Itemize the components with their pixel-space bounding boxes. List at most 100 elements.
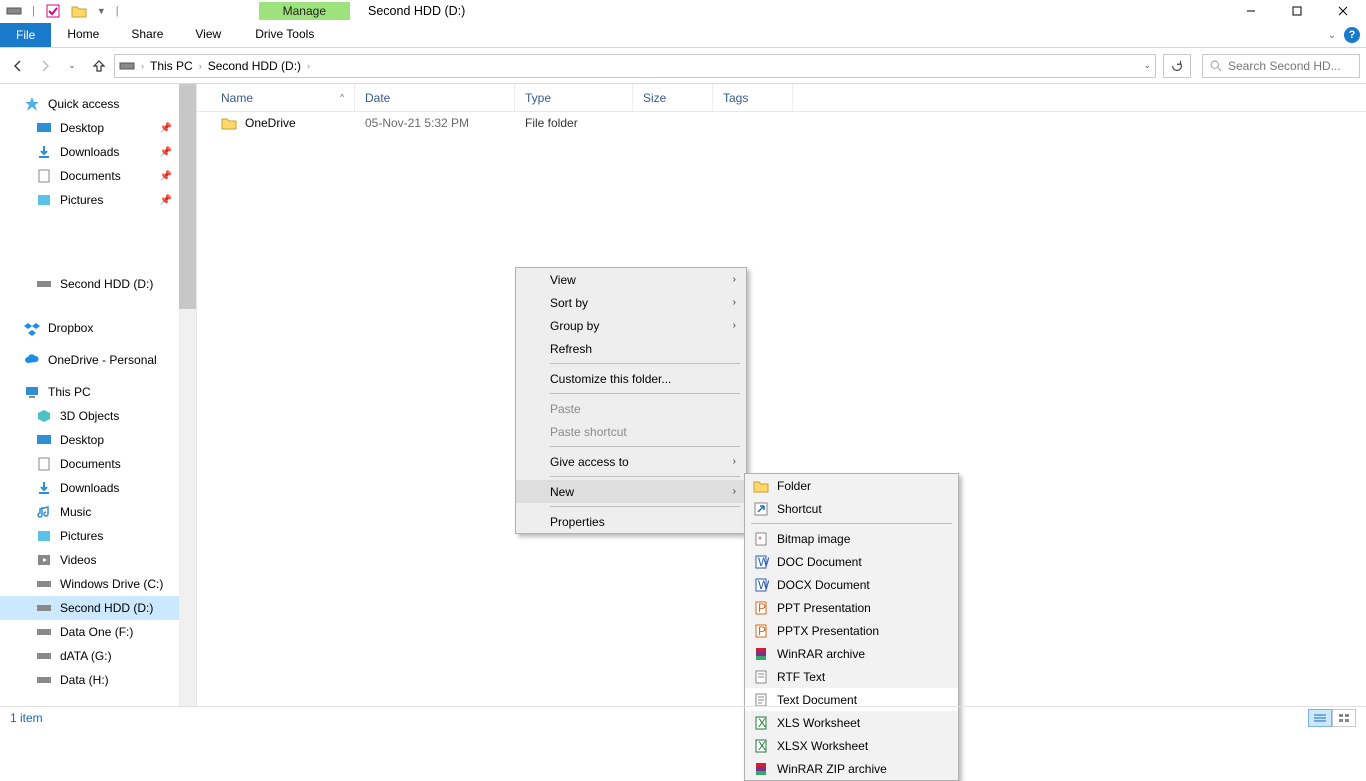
sidebar-drive-g[interactable]: dATA (G:) bbox=[0, 644, 180, 668]
search-box[interactable]: Search Second HD... bbox=[1202, 54, 1360, 78]
new-docx[interactable]: WDOCX Document bbox=[745, 573, 958, 596]
maximize-button[interactable] bbox=[1274, 0, 1320, 23]
close-button[interactable] bbox=[1320, 0, 1366, 23]
sidebar-scroll-thumb[interactable] bbox=[179, 84, 196, 309]
new-pptx[interactable]: PPPTX Presentation bbox=[745, 619, 958, 642]
cloud-icon bbox=[24, 352, 40, 368]
menu-give-access[interactable]: Give access to› bbox=[516, 450, 746, 473]
menu-properties[interactable]: Properties bbox=[516, 510, 746, 533]
music-icon bbox=[36, 504, 52, 520]
label: Quick access bbox=[48, 97, 119, 111]
sidebar-onedrive[interactable]: OneDrive - Personal bbox=[0, 348, 180, 372]
qat-dropdown-icon[interactable]: ▼ bbox=[97, 6, 106, 16]
menu-customize[interactable]: Customize this folder... bbox=[516, 367, 746, 390]
tab-view[interactable]: View bbox=[179, 23, 237, 47]
window-controls bbox=[1228, 0, 1366, 23]
sidebar-quick-access[interactable]: Quick access bbox=[0, 92, 180, 116]
sidebar-pc-downloads[interactable]: Downloads bbox=[0, 476, 180, 500]
sidebar-downloads[interactable]: Downloads📌 bbox=[0, 140, 180, 164]
pin-icon: 📌 bbox=[160, 147, 172, 158]
cube-icon bbox=[36, 408, 52, 424]
up-button[interactable] bbox=[87, 54, 111, 78]
column-name[interactable]: Name^ bbox=[197, 84, 355, 111]
refresh-button[interactable] bbox=[1163, 54, 1191, 78]
new-ppt[interactable]: PPPT Presentation bbox=[745, 596, 958, 619]
folder-icon bbox=[221, 115, 237, 131]
menu-paste-shortcut: Paste shortcut bbox=[516, 420, 746, 443]
chevron-right-icon[interactable]: › bbox=[141, 61, 144, 71]
menu-new[interactable]: New› bbox=[516, 480, 746, 503]
chevron-right-icon[interactable]: › bbox=[199, 61, 202, 71]
address-bar[interactable]: › This PC › Second HDD (D:) › ⌄ bbox=[114, 54, 1156, 78]
sidebar-drive-d[interactable]: Second HDD (D:) bbox=[0, 596, 180, 620]
new-winrar-zip[interactable]: WinRAR ZIP archive bbox=[745, 757, 958, 780]
label: Music bbox=[60, 505, 91, 519]
drive-icon bbox=[36, 276, 52, 292]
column-tags[interactable]: Tags bbox=[713, 84, 793, 111]
label: Second HDD (D:) bbox=[60, 277, 153, 291]
column-date[interactable]: Date bbox=[355, 84, 515, 111]
new-winrar[interactable]: WinRAR archive bbox=[745, 642, 958, 665]
tab-file[interactable]: File bbox=[0, 23, 51, 47]
window-title: Second HDD (D:) bbox=[368, 4, 465, 18]
help-icon[interactable]: ? bbox=[1344, 27, 1360, 43]
sidebar-pc-videos[interactable]: Videos bbox=[0, 548, 180, 572]
manage-contextual-tab[interactable]: Manage bbox=[259, 2, 350, 20]
properties-icon[interactable] bbox=[45, 3, 61, 19]
sidebar-dropbox[interactable]: Dropbox bbox=[0, 316, 180, 340]
ribbon-expand-icon[interactable]: ⌄ bbox=[1328, 30, 1336, 41]
minimize-button[interactable] bbox=[1228, 0, 1274, 23]
label: Videos bbox=[60, 553, 96, 567]
column-size[interactable]: Size bbox=[633, 84, 713, 111]
menu-group-by[interactable]: Group by› bbox=[516, 314, 746, 337]
chevron-right-icon[interactable]: › bbox=[307, 61, 310, 71]
sidebar-drive-c[interactable]: Windows Drive (C:) bbox=[0, 572, 180, 596]
sidebar-pc-documents[interactable]: Documents bbox=[0, 452, 180, 476]
sidebar-pc-music[interactable]: Music bbox=[0, 500, 180, 524]
doc-file-icon: W bbox=[753, 554, 769, 570]
new-xlsx[interactable]: XXLSX Worksheet bbox=[745, 734, 958, 757]
label: Downloads bbox=[60, 481, 119, 495]
label: Windows Drive (C:) bbox=[60, 577, 163, 591]
new-shortcut[interactable]: Shortcut bbox=[745, 497, 958, 520]
tab-drive-tools[interactable]: Drive Tools bbox=[239, 23, 330, 47]
new-bitmap[interactable]: Bitmap image bbox=[745, 527, 958, 550]
sidebar-desktop[interactable]: Desktop📌 bbox=[0, 116, 180, 140]
new-rtf[interactable]: RTF Text bbox=[745, 665, 958, 688]
sidebar-pictures[interactable]: Pictures📌 bbox=[0, 188, 180, 212]
address-dropdown-icon[interactable]: ⌄ bbox=[1143, 60, 1151, 71]
breadcrumb-current[interactable]: Second HDD (D:) bbox=[208, 59, 301, 73]
menu-view[interactable]: View› bbox=[516, 268, 746, 291]
recent-locations-button[interactable]: ⌄ bbox=[60, 54, 84, 78]
tab-home[interactable]: Home bbox=[51, 23, 115, 47]
menu-sort-by[interactable]: Sort by› bbox=[516, 291, 746, 314]
column-type[interactable]: Type bbox=[515, 84, 633, 111]
sidebar-drive-h[interactable]: Data (H:) bbox=[0, 668, 180, 692]
menu-refresh[interactable]: Refresh bbox=[516, 337, 746, 360]
separator-icon: | bbox=[116, 5, 119, 17]
forward-button[interactable] bbox=[33, 54, 57, 78]
picture-icon bbox=[36, 528, 52, 544]
breadcrumb-this-pc[interactable]: This PC bbox=[150, 59, 193, 73]
sidebar-second-hdd[interactable]: Second HDD (D:) bbox=[0, 272, 180, 296]
file-row[interactable]: OneDrive 05-Nov-21 5:32 PM File folder bbox=[197, 112, 1366, 134]
sidebar-this-pc[interactable]: This PC bbox=[0, 380, 180, 404]
back-button[interactable] bbox=[6, 54, 30, 78]
picture-icon bbox=[36, 192, 52, 208]
sidebar-pc-desktop[interactable]: Desktop bbox=[0, 428, 180, 452]
tab-share[interactable]: Share bbox=[115, 23, 179, 47]
pin-icon: 📌 bbox=[160, 195, 172, 206]
icons-view-button[interactable] bbox=[1332, 709, 1356, 727]
folder-icon[interactable] bbox=[71, 3, 87, 19]
new-doc[interactable]: WDOC Document bbox=[745, 550, 958, 573]
sidebar-pc-pictures[interactable]: Pictures bbox=[0, 524, 180, 548]
new-folder[interactable]: Folder bbox=[745, 474, 958, 497]
details-view-button[interactable] bbox=[1308, 709, 1332, 727]
sidebar-drive-f[interactable]: Data One (F:) bbox=[0, 620, 180, 644]
chevron-right-icon: › bbox=[733, 456, 736, 467]
sidebar-documents[interactable]: Documents📌 bbox=[0, 164, 180, 188]
file-list-pane[interactable]: Name^ Date Type Size Tags OneDrive 05-No… bbox=[197, 84, 1366, 706]
sidebar-3d-objects[interactable]: 3D Objects bbox=[0, 404, 180, 428]
desktop-icon bbox=[36, 432, 52, 448]
menu-separator bbox=[751, 523, 952, 524]
